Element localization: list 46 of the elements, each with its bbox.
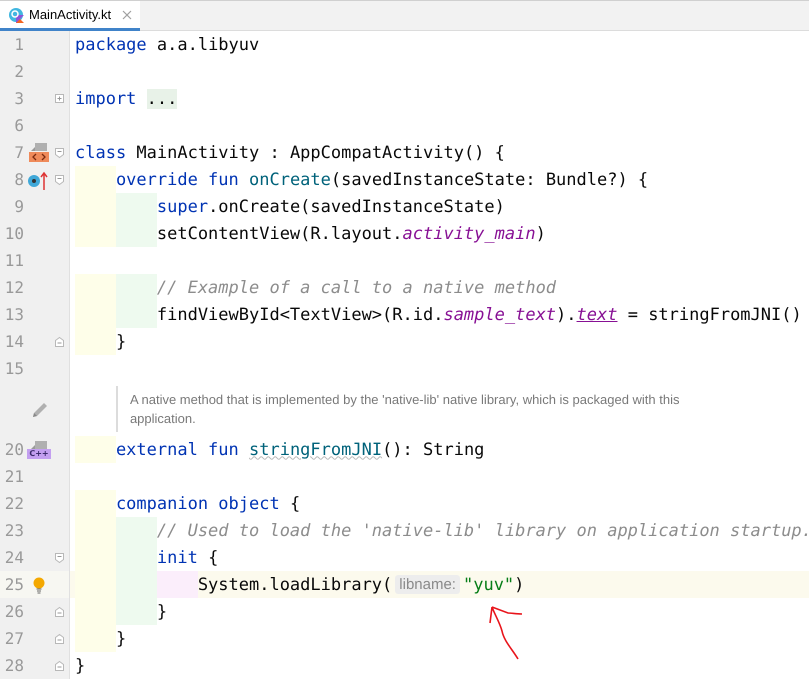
line-number: 21: [4, 467, 24, 486]
line-number: 6: [13, 116, 24, 135]
line-number: 24: [4, 548, 24, 567]
code-text: }: [75, 654, 86, 678]
doc-comment: A native method that is implemented by the 'native-lib' native library, which is packaged with this application.: [116, 386, 730, 432]
line-number: 25: [4, 575, 24, 594]
code-text: companion object {: [116, 492, 300, 516]
line-number: 13: [4, 305, 24, 324]
code-text: import ...: [75, 88, 178, 110]
code-text: super.onCreate(savedInstanceState): [156, 196, 505, 218]
code-text: init {: [156, 546, 218, 570]
code-text: package a.a.libyuv: [75, 34, 260, 56]
code-text: setContentView(R.layout.activity_main): [156, 222, 546, 246]
line-number: 28: [4, 656, 24, 675]
line-number: 20: [4, 440, 24, 459]
line-number: 10: [4, 224, 24, 243]
parameter-hint: libname:: [395, 575, 460, 594]
kotlin-file-icon: [8, 6, 24, 22]
language-badge: C++: [27, 448, 51, 458]
code-text: external fun stringFromJNI(): String: [116, 438, 484, 462]
line-number: 7: [13, 143, 24, 162]
line-number: 27: [4, 629, 24, 648]
code-text: System.loadLibrary(: [198, 574, 392, 596]
line-number: 15: [4, 359, 24, 378]
line-number: 11: [4, 251, 24, 270]
line-number: 3: [13, 89, 24, 108]
line-number: 23: [4, 521, 24, 540]
close-icon: [122, 10, 132, 20]
line-number: 14: [4, 332, 24, 351]
code-text: class MainActivity : AppCompatActivity() {: [75, 142, 505, 164]
code-text: }: [116, 330, 126, 354]
line-number: 2: [13, 62, 24, 81]
line-number: 12: [4, 278, 24, 297]
code-text: override fun onCreate(savedInstanceState: Bundle?) {: [116, 168, 648, 192]
line-number: 22: [4, 494, 24, 513]
line-number: 1: [13, 35, 24, 54]
code-text: findViewById<TextView>(R.id.sample_text).text = stringFromJNI(): [156, 304, 802, 326]
line-number: 26: [4, 602, 24, 621]
line-number: 8: [13, 170, 24, 189]
line-number: 9: [13, 197, 24, 216]
code-text: "yuv"): [462, 574, 524, 596]
code-text: // Used to load the 'native-lib' library on application startup.: [156, 520, 809, 542]
code-text: // Example of a call to a native method: [156, 276, 556, 300]
code-text: }: [116, 628, 126, 650]
code-text: }: [156, 600, 168, 624]
file-tab[interactable]: MainActivity.kt: [0, 1, 140, 31]
